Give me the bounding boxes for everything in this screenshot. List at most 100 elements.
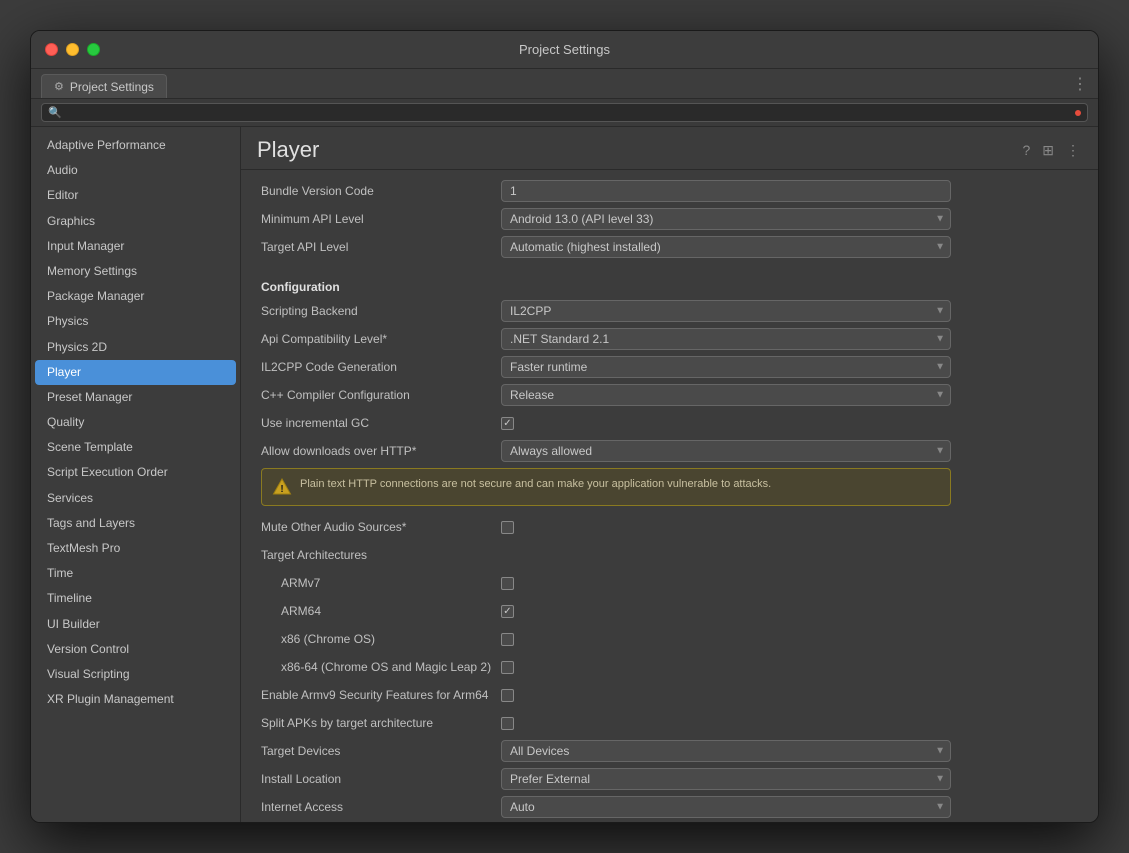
allow-downloads-label: Allow downloads over HTTP* [261,444,501,458]
mute-audio-label: Mute Other Audio Sources* [261,520,501,534]
sidebar-item-memory-settings[interactable]: Memory Settings [31,259,240,284]
more-icon[interactable]: ⋮ [1064,140,1082,161]
bundle-version-code-input[interactable] [501,180,951,202]
scripting-backend-row: Scripting Backend IL2CPP ▼ [261,300,1078,322]
sidebar-item-audio[interactable]: Audio [31,158,240,183]
help-icon[interactable]: ? [1020,140,1032,160]
tab-more-button[interactable]: ⋮ [1072,74,1088,94]
use-incremental-gc-checkbox[interactable] [501,417,514,430]
sidebar-item-textmesh-pro[interactable]: TextMesh Pro [31,536,240,561]
target-devices-dropdown[interactable]: All Devices [501,740,951,762]
mute-audio-checkbox[interactable] [501,521,514,534]
minimum-api-level-dropdown-wrap: Android 13.0 (API level 33) ▼ [501,208,951,230]
minimum-api-level-row: Minimum API Level Android 13.0 (API leve… [261,208,1078,230]
enable-armv9-checkbox[interactable] [501,689,514,702]
sidebar-item-physics[interactable]: Physics [31,309,240,334]
sidebar-item-graphics[interactable]: Graphics [31,209,240,234]
cpp-compiler-label: C++ Compiler Configuration [261,388,501,402]
target-devices-label: Target Devices [261,744,501,758]
page-title: Player [257,137,319,163]
allow-downloads-row: Allow downloads over HTTP* Always allowe… [261,440,1078,462]
settings-icon[interactable]: ⊞ [1040,140,1056,161]
internet-access-row: Internet Access Auto ▼ [261,796,1078,818]
api-compat-label: Api Compatibility Level* [261,332,501,346]
tab-label: Project Settings [70,80,154,94]
il2cpp-codegen-dropdown[interactable]: Faster runtime [501,356,951,378]
sidebar-item-player[interactable]: Player [35,360,236,385]
x86-64-checkbox[interactable] [501,661,514,674]
armv7-label: ARMv7 [261,576,501,590]
split-apks-label: Split APKs by target architecture [261,716,501,730]
bundle-version-code-row: Bundle Version Code [261,180,1078,202]
project-settings-tab[interactable]: ⚙ Project Settings [41,74,167,98]
main-content: Adaptive Performance Audio Editor Graphi… [31,127,1098,822]
bundle-version-code-input-wrap [501,180,951,202]
minimum-api-level-dropdown[interactable]: Android 13.0 (API level 33) [501,208,951,230]
split-apks-checkbox[interactable] [501,717,514,730]
search-bar: 🔍 [31,99,1098,127]
bundle-version-code-label: Bundle Version Code [261,184,501,198]
sidebar-item-version-control[interactable]: Version Control [31,637,240,662]
target-arch-row: Target Architectures [261,544,1078,566]
scripting-backend-dropdown-wrap: IL2CPP ▼ [501,300,951,322]
tab-bar: ⚙ Project Settings ⋮ [31,69,1098,99]
warning-box: ! Plain text HTTP connections are not se… [261,468,951,506]
traffic-lights [45,43,100,56]
maximize-button[interactable] [87,43,100,56]
main-window: Project Settings ⚙ Project Settings ⋮ 🔍 … [30,30,1099,823]
scripting-backend-dropdown[interactable]: IL2CPP [501,300,951,322]
sidebar-item-editor[interactable]: Editor [31,183,240,208]
header-icons: ? ⊞ ⋮ [1020,140,1082,161]
target-api-level-row: Target API Level Automatic (highest inst… [261,236,1078,258]
target-api-level-label: Target API Level [261,240,501,254]
sidebar-item-scene-template[interactable]: Scene Template [31,435,240,460]
search-dot-indicator [1075,110,1081,116]
armv7-checkbox[interactable] [501,577,514,590]
target-api-level-dropdown[interactable]: Automatic (highest installed) [501,236,951,258]
target-api-level-dropdown-wrap: Automatic (highest installed) ▼ [501,236,951,258]
internet-access-dropdown[interactable]: Auto [501,796,951,818]
sidebar-item-ui-builder[interactable]: UI Builder [31,612,240,637]
sidebar-item-tags-and-layers[interactable]: Tags and Layers [31,511,240,536]
target-arch-label: Target Architectures [261,548,501,562]
split-apks-row: Split APKs by target architecture [261,712,1078,734]
sidebar-item-adaptive-performance[interactable]: Adaptive Performance [31,133,240,158]
sidebar-item-xr-plugin[interactable]: XR Plugin Management [31,687,240,712]
minimize-button[interactable] [66,43,79,56]
sidebar-item-physics-2d[interactable]: Physics 2D [31,335,240,360]
cpp-compiler-dropdown[interactable]: Release [501,384,951,406]
search-wrap: 🔍 [41,103,1088,122]
content-body: Bundle Version Code Minimum API Level An… [241,170,1098,822]
minimum-api-level-label: Minimum API Level [261,212,501,226]
api-compat-dropdown-wrap: .NET Standard 2.1 ▼ [501,328,951,350]
x86-64-row: x86-64 (Chrome OS and Magic Leap 2) [261,656,1078,678]
install-location-dropdown[interactable]: Prefer External [501,768,951,790]
search-input[interactable] [66,107,1071,119]
sidebar-item-time[interactable]: Time [31,561,240,586]
sidebar-item-quality[interactable]: Quality [31,410,240,435]
il2cpp-codegen-dropdown-wrap: Faster runtime ▼ [501,356,951,378]
mute-audio-row: Mute Other Audio Sources* [261,516,1078,538]
sidebar-item-input-manager[interactable]: Input Manager [31,234,240,259]
sidebar-item-script-execution[interactable]: Script Execution Order [31,460,240,485]
arm64-checkbox[interactable] [501,605,514,618]
x86-chrome-label: x86 (Chrome OS) [261,632,501,646]
sidebar-item-timeline[interactable]: Timeline [31,586,240,611]
tab-gear-icon: ⚙ [54,80,64,93]
close-button[interactable] [45,43,58,56]
sidebar-item-package-manager[interactable]: Package Manager [31,284,240,309]
x86-chrome-checkbox[interactable] [501,633,514,646]
configuration-section-header: Configuration [261,280,1078,294]
api-compat-dropdown[interactable]: .NET Standard 2.1 [501,328,951,350]
content-area: Player ? ⊞ ⋮ Bundle Version Code Min [241,127,1098,822]
sidebar-item-visual-scripting[interactable]: Visual Scripting [31,662,240,687]
warning-text: Plain text HTTP connections are not secu… [300,477,771,492]
scripting-backend-label: Scripting Backend [261,304,501,318]
sidebar-item-preset-manager[interactable]: Preset Manager [31,385,240,410]
allow-downloads-dropdown[interactable]: Always allowed [501,440,951,462]
sidebar-item-services[interactable]: Services [31,486,240,511]
title-bar: Project Settings [31,31,1098,69]
il2cpp-codegen-label: IL2CPP Code Generation [261,360,501,374]
svg-text:!: ! [280,484,283,495]
arm64-label: ARM64 [261,604,501,618]
